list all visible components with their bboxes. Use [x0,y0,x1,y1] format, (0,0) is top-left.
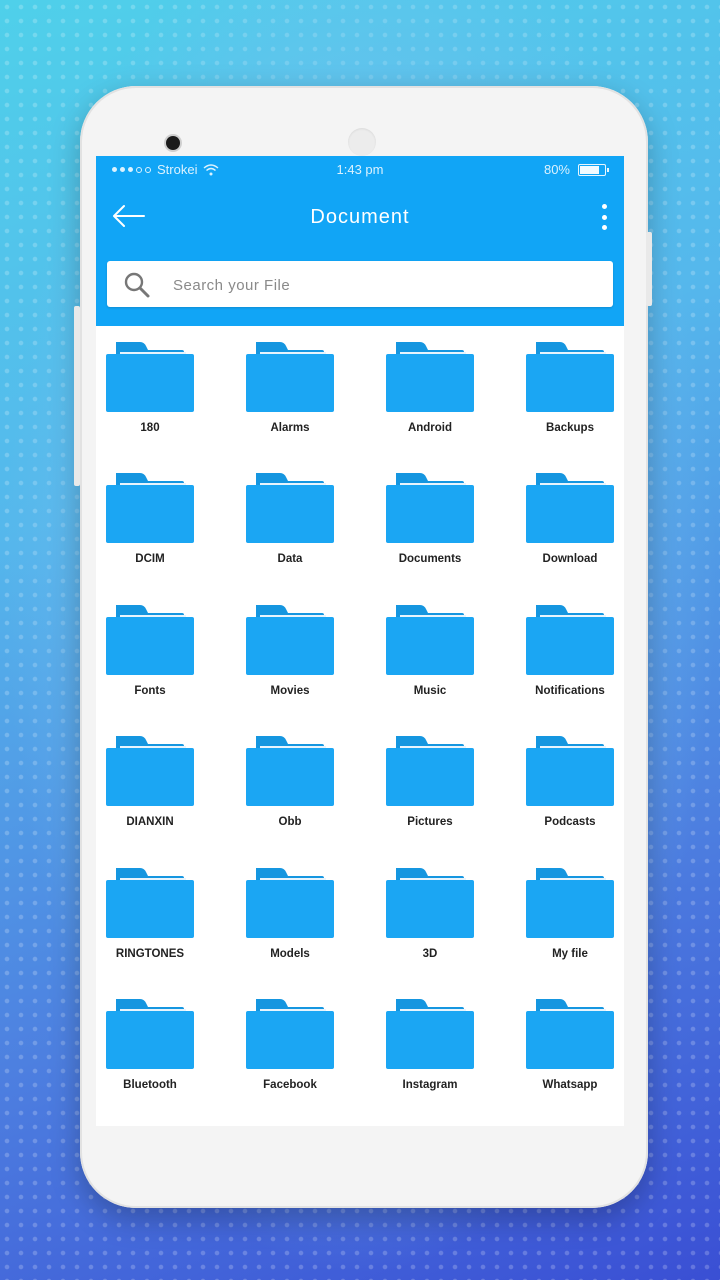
folder-label: Instagram [402,1078,458,1091]
folder-item-data[interactable]: Data [220,473,360,604]
battery-icon [578,163,609,176]
folder-icon [246,604,334,675]
folder-icon [106,473,194,544]
folder-grid: 180 Alarms Android Backups DCIM Data Doc… [96,342,614,1126]
folder-item-fonts[interactable]: Fonts [96,604,220,736]
folder-icon [106,342,194,412]
folder-item-backups[interactable]: Backups [500,342,624,473]
folder-label: Music [413,684,447,697]
phone-sensor [348,128,376,156]
front-camera [166,136,180,150]
search-bar[interactable] [107,261,613,309]
folder-item-dianxin[interactable]: DIANXIN [96,736,220,867]
search-icon [124,272,150,298]
folder-icon [526,604,614,675]
folder-item-movies[interactable]: Movies [220,604,360,736]
folder-item-ringtones[interactable]: RINGTONES [96,867,220,999]
folder-label: Fonts [134,684,166,697]
folder-label: Notifications [535,684,605,697]
folder-label: Podcasts [544,816,596,829]
phone-side-button-right [646,232,652,306]
page-title: Document [310,206,410,228]
folder-label: Facebook [263,1078,317,1091]
folder-item-3d[interactable]: 3D [360,867,500,999]
folder-label: Obb [278,816,302,829]
folder-item-facebook[interactable]: Facebook [220,998,360,1126]
folder-item-alarms[interactable]: Alarms [220,342,360,473]
folder-label: Whatsapp [542,1078,598,1091]
folder-label: 3D [422,947,438,960]
more-options-button[interactable] [598,204,610,230]
app-screen: Strokei 1:43 pm 80% Document Search your… [96,156,624,1126]
folder-icon [526,736,614,807]
folder-icon [526,342,614,412]
folder-icon [246,473,334,544]
more-vert-icon [601,204,607,209]
folder-icon [106,867,194,938]
folder-item-whatsapp[interactable]: Whatsapp [500,998,624,1126]
folder-label: 180 [140,422,160,434]
folder-label: RINGTONES [115,947,185,960]
folder-label: Alarms [270,422,310,434]
folder-icon [386,604,474,675]
folder-icon [106,604,194,675]
folder-label: DCIM [135,553,165,566]
folder-item-instagram[interactable]: Instagram [360,998,500,1126]
folder-icon [526,867,614,938]
folder-item-my-file[interactable]: My file [500,867,624,999]
folder-icon [386,736,474,807]
folder-label: Documents [398,553,462,566]
folder-icon [526,473,614,544]
folder-item-bluetooth[interactable]: Bluetooth [96,998,220,1126]
folder-label: Data [277,553,303,566]
folder-item-podcasts[interactable]: Podcasts [500,736,624,867]
folder-icon [246,998,334,1069]
folder-icon [386,473,474,544]
folder-label: DIANXIN [126,816,174,829]
folder-item-180[interactable]: 180 [96,342,220,473]
folder-icon [106,998,194,1069]
folder-item-pictures[interactable]: Pictures [360,736,500,867]
folder-item-music[interactable]: Music [360,604,500,736]
folder-item-android[interactable]: Android [360,342,500,473]
folder-label: Movies [270,684,310,697]
status-right: 80% [543,162,609,177]
folder-icon [246,342,334,412]
folder-icon [246,736,334,807]
folder-label: Models [270,947,310,960]
folder-item-models[interactable]: Models [220,867,360,999]
app-header: Strokei 1:43 pm 80% Document Search your… [96,156,624,326]
folder-item-notifications[interactable]: Notifications [500,604,624,736]
battery-percent: 80% [543,162,570,177]
folder-icon [386,867,474,938]
folder-item-obb[interactable]: Obb [220,736,360,867]
folder-icon [386,998,474,1069]
phone-side-button-left [74,306,80,486]
folder-icon [526,998,614,1069]
search-input[interactable] [171,261,595,309]
folder-item-download[interactable]: Download [500,473,624,604]
status-bar: Strokei 1:43 pm 80% [96,156,624,182]
folder-label: Pictures [407,816,453,829]
folder-label: Android [407,422,453,434]
folder-icon [246,867,334,938]
folder-label: Backups [546,422,594,434]
phone-frame: Strokei 1:43 pm 80% Document Search your… [74,86,652,1208]
folder-label: Bluetooth [123,1078,177,1091]
folder-item-documents[interactable]: Documents [360,473,500,604]
folder-label: My file [552,947,588,960]
folder-label: Download [542,553,598,566]
folder-icon [386,342,474,412]
folder-item-dcim[interactable]: DCIM [96,473,220,604]
folder-icon [106,736,194,807]
